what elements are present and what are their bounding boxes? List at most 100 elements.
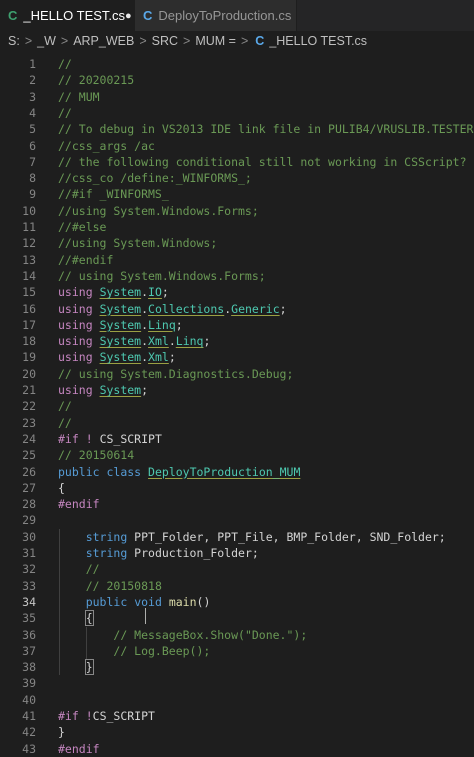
code-line[interactable]: 13 //#endif <box>0 252 474 268</box>
code-text[interactable]: //#endif <box>58 252 113 268</box>
code-line[interactable]: 12 //using System.Windows; <box>0 235 474 251</box>
code-text[interactable]: public void main() <box>58 594 211 610</box>
line-number: 34 <box>22 594 36 609</box>
code-line[interactable]: 43 #endif <box>0 741 474 757</box>
breadcrumb-item[interactable]: _W <box>37 34 56 48</box>
code-line[interactable]: 37 // Log.Beep(); <box>0 643 474 659</box>
code-line[interactable]: 31 string Production_Folder; <box>0 545 474 561</box>
code-text[interactable]: // using System.Diagnostics.Debug; <box>58 366 293 382</box>
code-line[interactable]: 34 public void main() <box>0 594 474 610</box>
breadcrumb-item[interactable]: ARP_WEB <box>73 34 134 48</box>
code-line[interactable]: 35 { <box>0 610 474 627</box>
breadcrumb-item[interactable]: SRC <box>152 34 178 48</box>
code-text[interactable]: // <box>58 561 100 577</box>
code-text[interactable]: // MUM <box>58 89 100 105</box>
code-line[interactable]: 23 // <box>0 415 474 431</box>
code-line[interactable]: 36 // MessageBox.Show("Done."); <box>0 627 474 643</box>
code-line[interactable]: 16 using System.Collections.Generic; <box>0 301 474 317</box>
code-text[interactable]: //#else <box>58 219 106 235</box>
code-line[interactable]: 7 // the following conditional still not … <box>0 154 474 170</box>
code-line[interactable]: 9 //#if _WINFORMS_ <box>0 186 474 202</box>
code-line[interactable]: 15 using System.IO; <box>0 284 474 300</box>
code-text[interactable]: // 20200215 <box>58 72 134 88</box>
code-text[interactable]: // <box>58 415 72 431</box>
code-text[interactable]: public class DeployToProduction_MUM <box>58 464 300 480</box>
code-line[interactable]: 24 #if ! CS_SCRIPT <box>0 431 474 447</box>
code-text[interactable]: // <box>58 56 72 72</box>
code-line[interactable]: 22 // <box>0 398 474 414</box>
code-line[interactable]: 42} <box>0 724 474 740</box>
breadcrumb-file[interactable]: _HELLO TEST.cs <box>269 34 367 48</box>
code-line[interactable]: 6 //css_args /ac <box>0 138 474 154</box>
code-text[interactable]: // 20150614 <box>58 447 134 463</box>
code-line[interactable]: 10 //using System.Windows.Forms; <box>0 203 474 219</box>
code-text[interactable]: // <box>58 105 72 121</box>
code-text[interactable]: //css_args /ac <box>58 138 155 154</box>
breadcrumb-item[interactable]: S: <box>8 34 20 48</box>
code-text[interactable]: #endif <box>58 496 100 512</box>
code-text[interactable]: // MessageBox.Show("Done."); <box>58 627 307 643</box>
code-text[interactable]: // using System.Windows.Forms; <box>58 268 266 284</box>
code-text[interactable]: using System.Xml; <box>58 349 176 365</box>
code-line[interactable]: 40 <box>0 692 474 708</box>
code-text[interactable]: string PPT_Folder, PPT_File, BMP_Folder,… <box>58 529 446 545</box>
code-line[interactable]: 27 { <box>0 480 474 496</box>
code-text[interactable]: #endif <box>58 741 100 757</box>
code-line[interactable]: 21 using System; <box>0 382 474 398</box>
code-line[interactable]: 26 public class DeployToProduction_MUM <box>0 464 474 480</box>
code-text[interactable]: using System.Xml.Linq; <box>58 333 210 349</box>
code-line[interactable]: 17 using System.Linq; <box>0 317 474 333</box>
code-text[interactable]: using System.Collections.Generic; <box>58 301 287 317</box>
code-line[interactable]: 41 #if !CS_SCRIPT <box>0 708 474 724</box>
code-text[interactable]: // To debug in VS2013 IDE link file in P… <box>58 121 473 137</box>
code-text[interactable]: // 20150818 <box>58 578 162 594</box>
tab-deploy-to-production[interactable]: C DeployToProduction.cs <box>135 0 297 31</box>
code-text[interactable]: using System; <box>58 382 148 398</box>
code-text[interactable]: // Log.Beep(); <box>58 643 210 659</box>
line-number: 29 <box>22 513 36 528</box>
code-text[interactable]: // the following conditional still not w… <box>58 154 467 170</box>
code-text[interactable]: { <box>58 610 94 627</box>
code-line[interactable]: 38 } <box>0 659 474 676</box>
code-text[interactable]: string Production_Folder; <box>58 545 259 561</box>
code-line[interactable]: 25 // 20150614 <box>0 447 474 463</box>
code-text[interactable]: //#if _WINFORMS_ <box>58 186 169 202</box>
code-line[interactable]: 32 // <box>0 561 474 577</box>
code-line[interactable]: 18 using System.Xml.Linq; <box>0 333 474 349</box>
code-token: //#else <box>58 220 107 234</box>
code-line[interactable]: 5 // To debug in VS2013 IDE link file in … <box>0 121 474 137</box>
code-line[interactable]: 30 string PPT_Folder, PPT_File, BMP_Fold… <box>0 529 474 545</box>
unsaved-dot-icon[interactable]: ● <box>125 10 132 22</box>
line-number: 38 <box>22 660 36 675</box>
code-line[interactable]: 20 // using System.Diagnostics.Debug; <box>0 366 474 382</box>
code-line[interactable]: 14 // using System.Windows.Forms; <box>0 268 474 284</box>
code-line[interactable]: 2 // 20200215 <box>0 72 474 88</box>
code-token: ; <box>175 317 183 332</box>
code-line[interactable]: 11 //#else <box>0 219 474 235</box>
code-line[interactable]: 39 <box>0 675 474 691</box>
tab-hello-test[interactable]: C _HELLO TEST.cs ● <box>0 0 135 31</box>
code-line[interactable]: 1 // <box>0 56 474 72</box>
code-line[interactable]: 29 <box>0 512 474 528</box>
code-line[interactable]: 3 // MUM <box>0 89 474 105</box>
code-text[interactable]: } <box>58 724 65 740</box>
code-text[interactable]: #if !CS_SCRIPT <box>58 708 155 724</box>
code-text[interactable]: #if ! CS_SCRIPT <box>58 431 162 447</box>
code-text[interactable]: //using System.Windows; <box>58 235 217 251</box>
code-text[interactable]: { <box>58 480 65 496</box>
code-text[interactable]: } <box>58 659 94 676</box>
breadcrumb-item[interactable]: MUM = <box>195 34 236 48</box>
code-text[interactable]: using System.IO; <box>58 284 169 300</box>
code-text[interactable]: //css_co /define:_WINFORMS_; <box>58 170 252 186</box>
code-text[interactable]: // <box>58 398 72 414</box>
code-line[interactable]: 4 // <box>0 105 474 121</box>
code-editor[interactable]: 1 // 2 // 20200215 3 // MUM 4 // 5 // To debug in… <box>0 51 474 756</box>
code-line[interactable]: 19 using System.Xml; <box>0 349 474 365</box>
code-line[interactable]: 33 // 20150818 <box>0 578 474 594</box>
code-text[interactable]: using System.Linq; <box>58 317 183 333</box>
code-line[interactable]: 28 #endif <box>0 496 474 512</box>
code-line[interactable]: 8 //css_co /define:_WINFORMS_; <box>0 170 474 186</box>
code-token: . <box>141 317 149 332</box>
code-text[interactable]: //using System.Windows.Forms; <box>58 203 259 219</box>
